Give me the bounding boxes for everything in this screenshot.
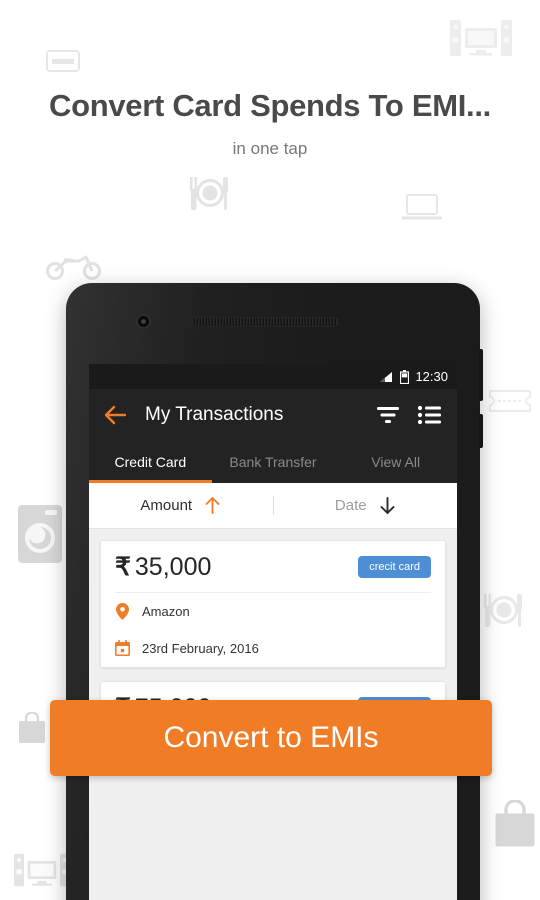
home-theatre-icon <box>450 18 512 58</box>
sort-bar: Amount Date <box>89 483 457 529</box>
restaurant-icon <box>482 590 526 630</box>
merchant-name: Amazon <box>142 604 190 619</box>
tab-bank-transfer[interactable]: Bank Transfer <box>212 441 335 483</box>
phone-display: 12:30 My Transactions Credit Card Bank T… <box>89 364 457 900</box>
tab-bar: Credit Card Bank Transfer View All <box>89 441 457 483</box>
shopping-bag-icon <box>494 800 536 848</box>
earpiece-speaker <box>191 317 339 327</box>
tab-credit-card-label: Credit Card <box>114 454 187 470</box>
motorcycle-icon <box>46 249 102 281</box>
transaction-date-text: 23rd February, 2016 <box>142 641 259 656</box>
restaurant-icon <box>188 173 232 213</box>
volume-button[interactable] <box>479 349 483 401</box>
shopping-bag-icon <box>18 712 46 744</box>
convert-to-emis-label: Convert to EMIs <box>163 721 379 754</box>
app-bar: My Transactions <box>89 389 457 441</box>
back-arrow-icon[interactable] <box>103 402 129 428</box>
transaction-amount: ₹35,000 <box>115 552 211 582</box>
sort-by-date[interactable]: Date <box>274 496 458 515</box>
sort-date-label: Date <box>334 497 367 514</box>
card-icon <box>46 50 80 72</box>
transaction-merchant: Amazon <box>115 593 431 630</box>
sort-amount-label: Amount <box>140 497 193 514</box>
arrow-up-icon <box>205 497 220 514</box>
page-title: Convert Card Spends To EMI... <box>49 88 491 123</box>
phone-mockup: 12:30 My Transactions Credit Card Bank T… <box>66 283 483 900</box>
tab-credit-card[interactable]: Credit Card <box>89 441 212 483</box>
tab-view-all-label: View All <box>371 454 421 470</box>
front-camera-icon <box>136 314 151 329</box>
arrow-down-icon <box>380 497 395 514</box>
washing-machine-icon <box>18 505 62 563</box>
app-bar-title: My Transactions <box>145 404 284 425</box>
page-subtitle: in one tap <box>232 139 308 158</box>
home-theatre-icon <box>14 852 70 888</box>
power-button[interactable] <box>479 414 483 448</box>
calendar-icon <box>115 640 130 656</box>
transaction-date: 23rd February, 2016 <box>115 630 431 667</box>
location-pin-icon <box>116 603 129 620</box>
status-badge: crecit card <box>358 555 431 578</box>
sort-by-amount[interactable]: Amount <box>89 496 274 515</box>
filter-icon[interactable] <box>375 402 401 428</box>
amount-value: 35,000 <box>134 552 212 581</box>
promo-screenshot: Convert Card Spends To EMI... in one tap… <box>0 0 540 900</box>
battery-icon <box>400 369 410 384</box>
currency-symbol: ₹ <box>115 552 131 581</box>
transaction-header: ₹35,000 crecit card <box>115 541 431 593</box>
ticket-icon <box>488 388 532 414</box>
list-icon[interactable] <box>417 402 443 428</box>
tab-bank-transfer-label: Bank Transfer <box>229 454 317 470</box>
table-row[interactable]: ₹35,000 crecit card Amazon 23rd February… <box>100 540 446 668</box>
status-time: 12:30 <box>415 369 448 384</box>
signal-icon <box>380 371 393 382</box>
status-bar: 12:30 <box>89 364 457 389</box>
tab-view-all[interactable]: View All <box>334 441 457 483</box>
convert-to-emis-button[interactable]: Convert to EMIs <box>50 700 492 776</box>
laptop-icon <box>402 192 442 222</box>
